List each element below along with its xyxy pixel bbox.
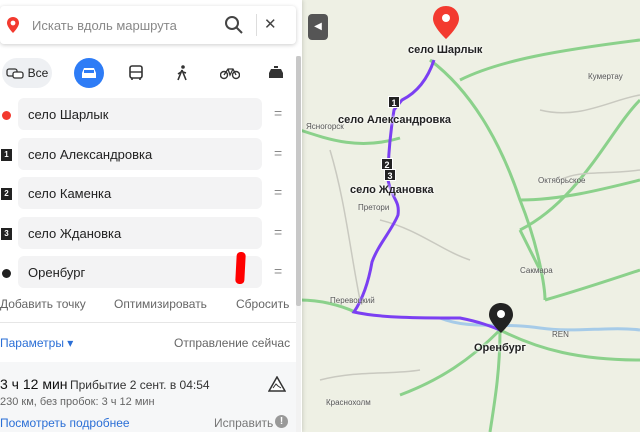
waypoint-label: село Ждановка [28, 226, 122, 241]
reset-link[interactable]: Сбросить [236, 297, 289, 311]
panel-scrollbar[interactable] [296, 56, 301, 432]
waypoint-row-1[interactable]: 1 село Александровка = [0, 138, 296, 172]
mode-bus-button[interactable] [122, 58, 150, 88]
drag-handle-icon[interactable]: = [274, 225, 282, 239]
scrollbar-thumb[interactable] [296, 56, 301, 306]
car-bus-icon [6, 68, 24, 79]
bus-icon [129, 65, 143, 80]
waypoint-label: Оренбург [28, 265, 86, 280]
mode-car-button[interactable] [74, 58, 104, 88]
drag-handle-icon[interactable]: = [274, 106, 282, 120]
map-label-zhdanovka: село Ждановка [350, 184, 434, 196]
route-result-card[interactable]: 3 ч 12 мин Прибытие 2 сент. в 04:54 230 … [0, 362, 296, 432]
route-duration: 3 ч 12 мин [0, 376, 68, 392]
map-label-kumertau: Кумертау [588, 72, 623, 81]
mode-all-label: Все [27, 66, 49, 80]
add-point-link[interactable]: Добавить точку [0, 297, 86, 311]
map-label-ren: REN [552, 330, 569, 339]
start-pin-icon[interactable] [432, 5, 460, 41]
departure-time-link[interactable]: Отправление сейчас [174, 336, 290, 350]
map-label-orenburg: Оренбург [474, 342, 526, 354]
drag-handle-icon[interactable]: = [274, 264, 282, 278]
map-waypoint-1[interactable]: 1 [388, 96, 400, 108]
waypoint-label: село Александровка [28, 147, 153, 162]
mode-all-button[interactable]: Все [2, 58, 52, 88]
map-label-aleksandrovka: село Александровка [338, 114, 451, 126]
divider [0, 322, 296, 323]
map-label-pretoria: Претори [358, 203, 390, 212]
walking-icon [177, 65, 187, 81]
waypoint-number-icon: 3 [1, 228, 12, 240]
search-input[interactable]: Искать вдоль маршрута [32, 18, 177, 33]
route-panel: Искать вдоль маршрута ✕ Все село Шарлык … [0, 0, 302, 432]
fix-link[interactable]: Исправить [214, 416, 273, 430]
route-details-link[interactable]: Посмотреть подробнее [0, 416, 130, 430]
params-dropdown[interactable]: Параметры ▾ [0, 336, 73, 350]
mode-taxi-button[interactable] [262, 58, 290, 88]
waypoint-row-start[interactable]: село Шарлык = [0, 98, 296, 132]
waypoint-number-icon: 1 [1, 149, 12, 161]
destination-pin-icon[interactable] [488, 302, 514, 334]
bicycle-icon [220, 68, 240, 80]
taxi-icon [269, 66, 283, 78]
search-bar[interactable]: Искать вдоль маршрута ✕ [0, 6, 296, 44]
waypoint-row-3[interactable]: 3 село Ждановка = [0, 217, 296, 251]
search-divider [256, 14, 257, 36]
location-pin-icon [7, 17, 19, 33]
end-dot-icon [2, 269, 11, 278]
mode-bike-button[interactable] [216, 58, 244, 88]
car-icon [82, 68, 96, 78]
transport-modes: Все [0, 58, 296, 90]
waypoint-row-destination[interactable]: Оренбург = [0, 256, 296, 290]
map-label-sakmara: Сакмара [520, 266, 553, 275]
map-waypoint-3[interactable]: 3 [384, 169, 396, 181]
optimize-link[interactable]: Оптимизировать [114, 297, 207, 311]
waypoint-actions: Добавить точку Оптимизировать Сбросить [0, 297, 296, 313]
mode-walk-button[interactable] [168, 58, 196, 88]
map-label-yasnogorsk: Ясногорск [306, 122, 344, 131]
map-label-krasnokholm: Краснохолм [326, 398, 371, 407]
search-icon[interactable] [224, 15, 244, 35]
map-label-oktyabrskoe: Октябрьское [538, 176, 586, 185]
red-annotation-mark [235, 251, 246, 285]
route-distance: 230 км, без пробок: 3 ч 12 мин [0, 396, 155, 408]
start-dot-icon [2, 111, 11, 120]
map-label-sharlyk: село Шарлык [408, 44, 483, 56]
close-icon[interactable]: ✕ [264, 17, 277, 32]
drag-handle-icon[interactable]: = [274, 185, 282, 199]
waypoint-label: село Каменка [28, 186, 112, 201]
map-label-perevolotsky: Перевоцкий [330, 296, 375, 305]
waypoint-row-2[interactable]: 2 село Каменка = [0, 177, 296, 211]
route-arrival: Прибытие 2 сент. в 04:54 [70, 378, 210, 392]
waypoint-label: село Шарлык [28, 107, 109, 122]
collapse-panel-button[interactable]: ◀ [308, 14, 328, 40]
road-warning-icon[interactable] [268, 376, 286, 392]
drag-handle-icon[interactable]: = [274, 146, 282, 160]
info-icon[interactable]: ! [275, 415, 288, 428]
waypoint-number-icon: 2 [1, 188, 12, 200]
